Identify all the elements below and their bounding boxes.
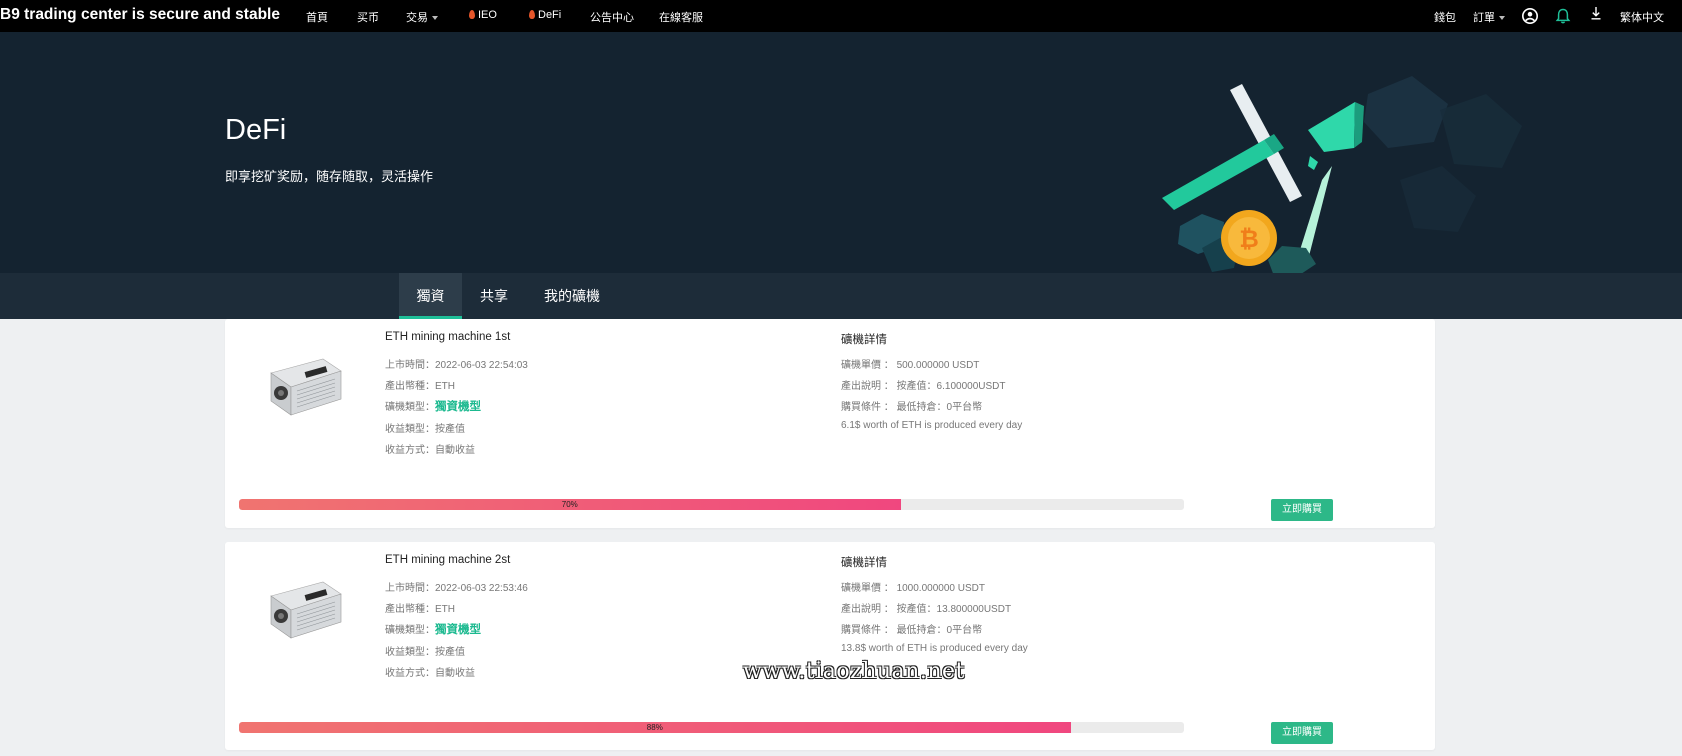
nav-online-support[interactable]: 在線客服 <box>659 9 703 25</box>
hero-title: DeFi <box>225 114 287 146</box>
daily-output-note: 13.8$ worth of ETH is produced every day <box>841 643 1028 654</box>
machine-card: ETH mining machine 1st 上市時間：2022-06-03 2… <box>225 319 1435 528</box>
nav-defi[interactable]: DeFi <box>529 9 561 21</box>
income-type-label: 收益類型： <box>385 424 435 435</box>
output-coin: 產出幣種：ETH <box>385 377 455 392</box>
unit-price: 礦機單價 ： 1000.000000 USDT <box>841 579 985 594</box>
hero-banner: DeFi 即享挖矿奖励，随存随取，灵活操作 ₿ <box>0 32 1682 276</box>
machine-type-label: 礦機類型： <box>385 625 435 636</box>
nav-trade-label: 交易 <box>406 12 428 24</box>
listed-time-value: 2022-06-03 22:54:03 <box>435 360 528 371</box>
listed-time: 上市時間：2022-06-03 22:53:46 <box>385 579 528 594</box>
income-type-value: 按產值 <box>435 424 465 435</box>
sales-progress-label: 70% <box>561 500 578 509</box>
buy-now-button[interactable]: 立即購買 <box>1271 722 1333 744</box>
download-icon[interactable] <box>1587 5 1605 23</box>
sales-progress-label: 88% <box>646 723 663 732</box>
output-coin-value: ETH <box>435 381 455 392</box>
nav-trade[interactable]: 交易 <box>406 9 438 25</box>
purchase-condition-value: 最低持倉：0平台幣 <box>896 402 983 413</box>
unit-price-label: 礦機單價 ： <box>841 360 894 371</box>
flame-icon <box>469 10 475 19</box>
listed-time: 上市時間：2022-06-03 22:54:03 <box>385 356 528 371</box>
flame-icon <box>529 10 535 19</box>
output-desc-label: 產出說明 ： <box>841 381 894 392</box>
income-type-value: 按產值 <box>435 647 465 658</box>
output-desc-label: 產出說明 ： <box>841 604 894 615</box>
machine-type-value: 獨資機型 <box>435 401 481 413</box>
nav-buy-coin[interactable]: 买币 <box>357 9 379 25</box>
income-mode-value: 自動收益 <box>435 445 475 456</box>
unit-price: 礦機單價 ： 500.000000 USDT <box>841 356 979 371</box>
unit-price-value: 1000.000000 USDT <box>896 583 985 594</box>
mining-pickaxe-illustration: ₿ <box>1162 76 1522 276</box>
output-coin-label: 產出幣種： <box>385 604 435 615</box>
buy-now-button[interactable]: 立即購買 <box>1271 499 1333 521</box>
tab-bar: 獨資 共享 我的礦機 <box>0 273 1682 319</box>
nav-orders-label: 訂單 <box>1473 12 1495 24</box>
detail-title: 礦機詳情 <box>841 557 887 569</box>
listed-time-label: 上市時間： <box>385 360 435 371</box>
chevron-down-icon <box>432 16 438 21</box>
output-coin: 產出幣種：ETH <box>385 600 455 615</box>
income-type: 收益類型：按產值 <box>385 643 465 658</box>
tab-sole-ownership[interactable]: 獨資 <box>399 273 462 319</box>
listed-time-label: 上市時間： <box>385 583 435 594</box>
machine-name: ETH mining machine 2st <box>385 554 511 566</box>
machine-card: ETH mining machine 2st 上市時間：2022-06-03 2… <box>225 542 1435 750</box>
output-desc: 產出說明 ： 按產值：6.100000USDT <box>841 377 1006 392</box>
purchase-condition-label: 購買條件 ： <box>841 625 894 636</box>
purchase-condition-value: 最低持倉：0平台幣 <box>896 625 983 636</box>
site-brand[interactable]: B9 trading center is secure and stable <box>0 6 280 24</box>
income-mode-label: 收益方式： <box>385 668 435 679</box>
unit-price-label: 礦機單價 ： <box>841 583 894 594</box>
chevron-down-icon <box>1499 16 1505 21</box>
nav-ieo[interactable]: IEO <box>469 9 497 21</box>
tab-my-miners[interactable]: 我的礦機 <box>540 273 604 319</box>
nav-orders[interactable]: 訂單 <box>1473 9 1505 25</box>
income-mode-label: 收益方式： <box>385 445 435 456</box>
sales-progress-bar: 88% <box>239 722 1184 733</box>
output-desc-value: 按產值：6.100000USDT <box>896 381 1006 392</box>
output-coin-label: 產出幣種： <box>385 381 435 392</box>
machine-type: 礦機類型：獨資機型 <box>385 398 481 414</box>
language-selector[interactable]: 繁体中文 <box>1620 9 1664 25</box>
bell-icon[interactable] <box>1554 7 1572 25</box>
tab-shared[interactable]: 共享 <box>473 273 515 319</box>
purchase-condition-label: 購買條件 ： <box>841 402 894 413</box>
mining-machine-image <box>270 358 342 416</box>
user-icon[interactable] <box>1521 7 1539 25</box>
hero-subtitle: 即享挖矿奖励，随存随取，灵活操作 <box>225 169 434 184</box>
listed-time-value: 2022-06-03 22:53:46 <box>435 583 528 594</box>
output-desc-value: 按產值：13.800000USDT <box>896 604 1012 615</box>
output-desc: 產出說明 ： 按產值：13.800000USDT <box>841 600 1011 615</box>
detail-title: 礦機詳情 <box>841 334 887 346</box>
income-mode: 收益方式：自動收益 <box>385 441 475 456</box>
income-type-label: 收益類型： <box>385 647 435 658</box>
nav-announcements[interactable]: 公告中心 <box>590 9 634 25</box>
sales-progress-bar: 70% <box>239 499 1184 510</box>
purchase-condition: 購買條件 ： 最低持倉：0平台幣 <box>841 621 982 636</box>
income-mode: 收益方式：自動收益 <box>385 664 475 679</box>
nav-wallet[interactable]: 錢包 <box>1434 9 1456 25</box>
income-type: 收益類型：按產值 <box>385 420 465 435</box>
nav-home[interactable]: 首頁 <box>306 9 328 25</box>
svg-text:₿: ₿ <box>1239 225 1259 253</box>
nav-ieo-label: IEO <box>478 9 497 21</box>
income-mode-value: 自動收益 <box>435 668 475 679</box>
purchase-condition: 購買條件 ： 最低持倉：0平台幣 <box>841 398 982 413</box>
machine-type-label: 礦機類型： <box>385 402 435 413</box>
mining-machine-image <box>270 581 342 639</box>
watermark-text: www.tiaozhuan.net <box>743 659 965 684</box>
machine-type-value: 獨資機型 <box>435 624 481 636</box>
output-coin-value: ETH <box>435 604 455 615</box>
daily-output-note: 6.1$ worth of ETH is produced every day <box>841 420 1023 431</box>
top-nav: B9 trading center is secure and stable 首… <box>0 0 1682 32</box>
machine-type: 礦機類型：獨資機型 <box>385 621 481 637</box>
unit-price-value: 500.000000 USDT <box>896 360 980 371</box>
nav-defi-label: DeFi <box>538 9 562 21</box>
machine-name: ETH mining machine 1st <box>385 331 511 343</box>
